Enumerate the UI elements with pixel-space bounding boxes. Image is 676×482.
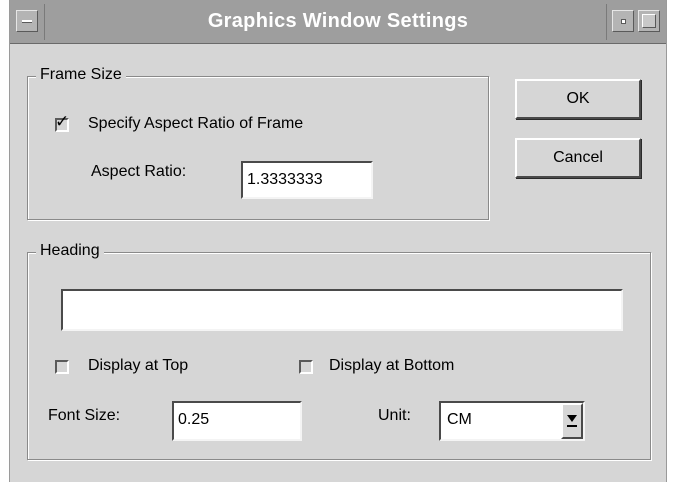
font-size-input[interactable]: 0.25 <box>172 401 302 441</box>
ok-button[interactable]: OK <box>515 79 641 119</box>
title-separator <box>606 4 607 40</box>
specify-aspect-label: Specify Aspect Ratio of Frame <box>88 115 304 132</box>
specify-aspect-checkbox[interactable]: ✓ <box>55 114 69 132</box>
frame-size-legend: Frame Size <box>36 66 126 84</box>
aspect-ratio-input[interactable]: 1.3333333 <box>241 161 373 199</box>
cancel-button[interactable]: Cancel <box>515 138 641 178</box>
dropdown-arrow-icon[interactable] <box>561 403 583 439</box>
display-top-label: Display at Top <box>88 357 189 374</box>
dialog-content: Frame Size ✓ Specify Aspect Ratio of Fra… <box>10 44 666 482</box>
heading-legend: Heading <box>36 242 104 260</box>
heading-group: Heading Display at Top Display at Bottom… <box>27 242 651 460</box>
display-top-checkbox[interactable] <box>55 360 69 374</box>
unit-select[interactable]: CM <box>439 401 585 441</box>
frame-size-group: Frame Size ✓ Specify Aspect Ratio of Fra… <box>27 66 489 220</box>
window-title: Graphics Window Settings <box>207 10 469 32</box>
checkmark-icon: ✓ <box>55 112 70 132</box>
display-bottom-label: Display at Bottom <box>329 357 455 374</box>
maximize-icon[interactable] <box>638 10 660 32</box>
title-bar[interactable]: Graphics Window Settings <box>10 0 666 44</box>
dialog-window: Graphics Window Settings Frame Size ✓ Sp… <box>9 0 667 482</box>
heading-text-input[interactable] <box>61 289 623 331</box>
aspect-ratio-label: Aspect Ratio: <box>91 163 187 180</box>
unit-select-value: CM <box>447 411 472 428</box>
font-size-label: Font Size: <box>48 407 121 424</box>
display-bottom-checkbox[interactable] <box>299 360 313 374</box>
unit-label: Unit: <box>378 407 411 424</box>
minimize-icon[interactable] <box>612 10 634 32</box>
